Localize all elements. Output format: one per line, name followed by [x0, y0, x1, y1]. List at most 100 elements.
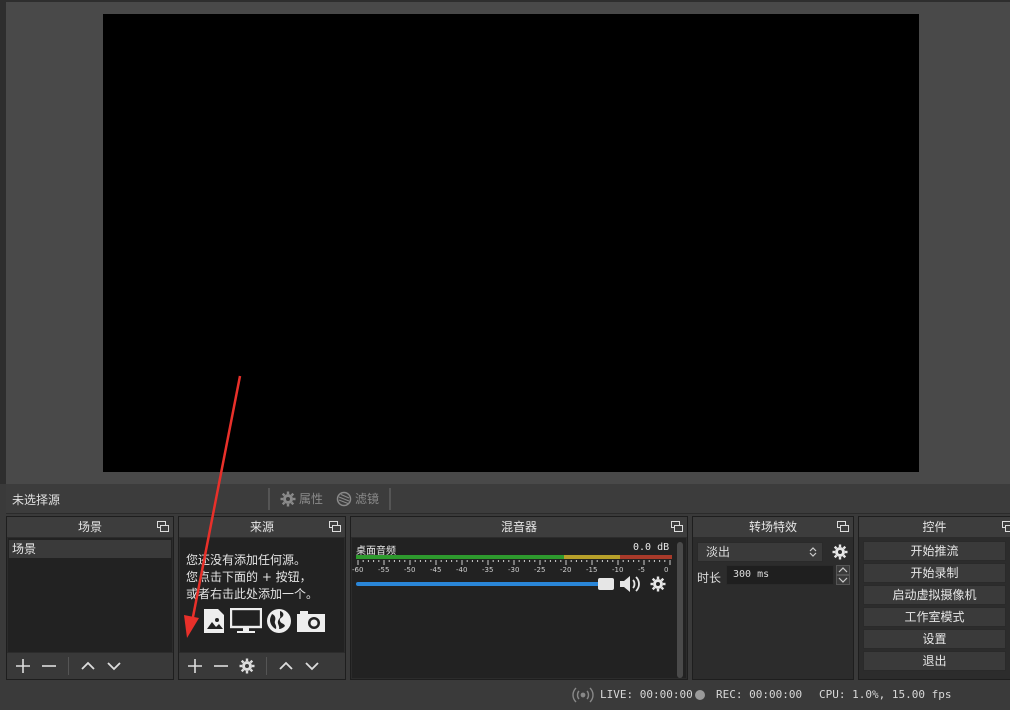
sources-empty-hint: 您还没有添加任何源。 您点击下面的 + 按钮， 或者右击此处添加一个。: [186, 553, 319, 601]
duration-value: 300 ms: [733, 569, 770, 580]
speaker-icon[interactable]: [618, 574, 642, 594]
source-properties-button[interactable]: [237, 656, 257, 676]
controls-body: 开始推流 开始录制 启动虚拟摄像机 工作室模式 设置 退出: [859, 538, 1010, 679]
preview-canvas[interactable]: [103, 14, 919, 472]
meter-scale-label: -15: [586, 566, 598, 574]
move-source-down-button[interactable]: [302, 656, 322, 676]
mixer-dock-title: 混音器: [351, 517, 687, 537]
start-recording-button[interactable]: 开始录制: [863, 563, 1006, 583]
level-readout: 0.0 dB: [633, 542, 670, 553]
meter-scale-label: -60: [352, 566, 364, 574]
undock-icon[interactable]: [329, 521, 341, 532]
remove-scene-button[interactable]: [39, 656, 59, 676]
gear-icon[interactable]: [832, 544, 848, 560]
controls-dock: 控件 开始推流 开始录制 启动虚拟摄像机 工作室模式 设置 退出: [858, 516, 1010, 680]
filters-button[interactable]: 滤镜: [336, 490, 379, 507]
minus-icon: [42, 665, 56, 667]
controls-title: 控件: [922, 520, 947, 534]
transitions-body: 淡出 时长 300 ms: [694, 538, 852, 678]
meter-scale-label: -45: [430, 566, 442, 574]
start-streaming-button[interactable]: 开始推流: [863, 541, 1006, 561]
move-scene-up-button[interactable]: [78, 656, 98, 676]
remove-source-button[interactable]: [211, 656, 231, 676]
meter-scale-label: -30: [508, 566, 520, 574]
meter-scale-label: -55: [378, 566, 390, 574]
monitor-icon: [230, 608, 262, 633]
plus-icon: [16, 659, 30, 673]
gear-icon: [239, 658, 255, 674]
scenes-footer: [7, 653, 173, 679]
duration-spinner[interactable]: [836, 565, 850, 585]
transitions-dock-title: 转场特效: [693, 517, 853, 537]
no-source-selected-label: 未选择源: [12, 493, 61, 507]
undock-icon[interactable]: [671, 521, 683, 532]
minus-icon: [214, 665, 228, 667]
duration-input[interactable]: 300 ms: [726, 565, 834, 585]
plus-icon: [188, 659, 202, 673]
duration-label: 时长: [697, 571, 722, 585]
properties-label: 属性: [299, 492, 324, 506]
scenes-dock-title: 场景: [7, 517, 173, 537]
controls-dock-title: 控件: [859, 517, 1010, 537]
add-source-button[interactable]: [185, 656, 205, 676]
meter-scale-label: -5: [638, 566, 645, 574]
updown-icon: [809, 547, 817, 557]
sources-list[interactable]: 您还没有添加任何源。 您点击下面的 + 按钮， 或者右击此处添加一个。: [180, 538, 344, 652]
sources-dock: 来源 您还没有添加任何源。 您点击下面的 + 按钮， 或者右击此处添加一个。: [178, 516, 346, 680]
footer-separator: [266, 657, 267, 675]
chevron-up-icon: [81, 661, 95, 670]
move-source-up-button[interactable]: [276, 656, 296, 676]
mixer-scrollbar[interactable]: [677, 542, 683, 678]
properties-button[interactable]: 属性: [280, 490, 323, 507]
status-bar: LIVE: 00:00:00 REC: 00:00:00 CPU: 1.0%, …: [6, 683, 1010, 710]
transition-select-value: 淡出: [706, 545, 731, 559]
meter-scale-label: -35: [482, 566, 494, 574]
sources-footer: [179, 653, 345, 679]
gear-icon[interactable]: [650, 576, 666, 592]
add-scene-button[interactable]: [13, 656, 33, 676]
exit-button[interactable]: 退出: [863, 651, 1006, 671]
chevron-up-icon: [279, 661, 293, 670]
transition-select[interactable]: 淡出: [697, 542, 823, 562]
sources-dock-title: 来源: [179, 517, 345, 537]
rec-timer: REC: 00:00:00: [716, 688, 803, 701]
meter-scale-label: -25: [534, 566, 546, 574]
undock-icon[interactable]: [1002, 521, 1010, 532]
filter-icon: [336, 491, 352, 506]
meter-scale-label: -20: [560, 566, 572, 574]
settings-button[interactable]: 设置: [863, 629, 1006, 649]
live-timer: LIVE: 00:00:00: [600, 688, 693, 701]
source-toolbar: 未选择源 属性 滤镜: [6, 484, 1010, 514]
toolbar-separator: [268, 488, 270, 510]
volume-slider[interactable]: [356, 578, 614, 590]
source-type-icons: [202, 608, 326, 634]
undock-icon[interactable]: [837, 521, 849, 532]
mixer-title: 混音器: [500, 520, 537, 534]
camera-icon: [297, 611, 325, 632]
meter-scale-label: -40: [456, 566, 468, 574]
meter-green-zone: [356, 555, 564, 559]
undock-icon[interactable]: [157, 521, 169, 532]
globe-icon: [267, 609, 291, 633]
transitions-title: 转场特效: [748, 520, 797, 534]
cpu-fps-readout: CPU: 1.0%, 15.00 fps: [819, 688, 952, 701]
broadcast-icon: [572, 687, 594, 703]
filters-label: 滤镜: [355, 492, 380, 506]
sources-title: 来源: [249, 520, 274, 534]
meter-yellow-zone: [564, 555, 620, 559]
scene-item[interactable]: 场景: [9, 540, 171, 558]
record-indicator-icon: [695, 690, 705, 700]
gear-icon: [280, 491, 296, 506]
image-icon: [204, 609, 224, 633]
chevron-down-icon: [305, 662, 319, 671]
chevron-down-icon: [107, 662, 121, 671]
studio-mode-button[interactable]: 工作室模式: [863, 607, 1006, 627]
scenes-list[interactable]: 场景: [8, 538, 172, 652]
volume-slider-handle[interactable]: [598, 578, 614, 590]
scenes-title: 场景: [77, 520, 102, 534]
meter-scale-label: -10: [612, 566, 624, 574]
meter-scale-label: -50: [404, 566, 416, 574]
footer-separator: [68, 657, 69, 675]
move-scene-down-button[interactable]: [104, 656, 124, 676]
start-virtual-camera-button[interactable]: 启动虚拟摄像机: [863, 585, 1006, 605]
